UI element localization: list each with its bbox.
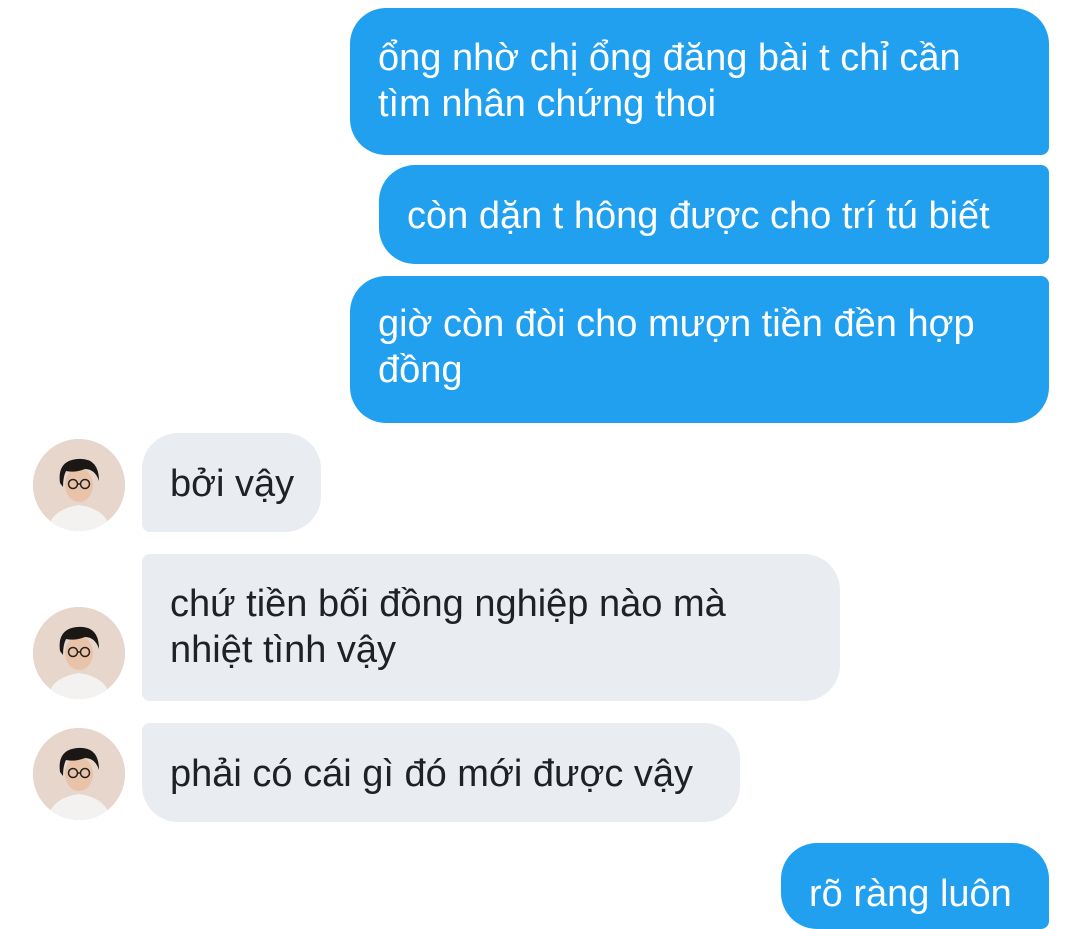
message-text: chứ tiền bối đồng nghiệp nào mà nhiệt tì… [170, 583, 726, 671]
message-thread: ổng nhờ chị ổng đăng bài t chỉ cần tìm n… [0, 0, 1080, 929]
incoming-message-bubble[interactable]: bởi vậy [142, 433, 321, 532]
message-text: phải có cái gì đó mới được vậy [170, 753, 694, 795]
incoming-message-bubble[interactable]: chứ tiền bối đồng nghiệp nào mà nhiệt tì… [142, 554, 840, 701]
outgoing-message-bubble[interactable]: còn dặn t hông được cho trí tú biết [379, 165, 1049, 264]
incoming-message-bubble[interactable]: phải có cái gì đó mới được vậy [142, 723, 740, 822]
contact-avatar[interactable] [33, 728, 125, 820]
outgoing-message-bubble[interactable]: ổng nhờ chị ổng đăng bài t chỉ cần tìm n… [350, 8, 1049, 155]
outgoing-message-bubble[interactable]: rõ ràng luôn [781, 843, 1049, 929]
message-text: còn dặn t hông được cho trí tú biết [407, 195, 990, 237]
message-text: ổng nhờ chị ổng đăng bài t chỉ cần tìm n… [378, 37, 961, 125]
person-icon [33, 728, 125, 820]
message-text: rõ ràng luôn [809, 873, 1012, 915]
person-icon [33, 607, 125, 699]
contact-avatar[interactable] [33, 607, 125, 699]
message-text: giờ còn đòi cho mượn tiền đền hợp đồng [378, 303, 975, 391]
outgoing-message-bubble[interactable]: giờ còn đòi cho mượn tiền đền hợp đồng [350, 276, 1049, 423]
message-text: bởi vậy [170, 463, 295, 505]
person-icon [33, 439, 125, 531]
contact-avatar[interactable] [33, 439, 125, 531]
